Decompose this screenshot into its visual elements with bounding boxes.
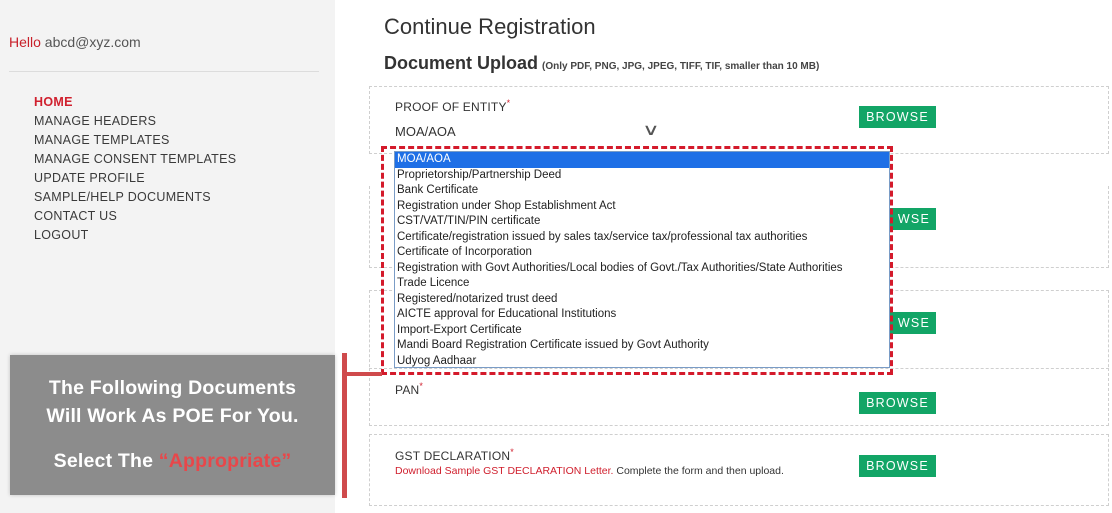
- nav-item-update-profile[interactable]: UPDATE PROFILE: [34, 171, 236, 190]
- callout-line-2: Will Work As POE For You.: [46, 405, 299, 427]
- nav-item-manage-consent-templates[interactable]: MANAGE CONSENT TEMPLATES: [34, 152, 236, 171]
- dropdown-option[interactable]: Certificate of Incorporation: [395, 245, 889, 261]
- nav-item-manage-templates[interactable]: MANAGE TEMPLATES: [34, 133, 236, 152]
- dropdown-option[interactable]: Bank Certificate: [395, 183, 889, 199]
- section-title: Document Upload (Only PDF, PNG, JPG, JPEG…: [384, 53, 819, 74]
- nav-item-home[interactable]: HOME: [34, 95, 236, 114]
- sidebar-nav: HOME MANAGE HEADERS MANAGE TEMPLATES MAN…: [34, 95, 236, 247]
- callout-prefix: Select The: [53, 450, 159, 472]
- annotation-callout: The Following Documents Will Work As POE…: [10, 355, 335, 495]
- dropdown-option-selected[interactable]: MOA/AOA: [395, 152, 889, 168]
- poe-label-text: PROOF OF ENTITY: [395, 100, 507, 114]
- dropdown-option[interactable]: Import-Export Certificate: [395, 323, 889, 339]
- dropdown-option[interactable]: Registered/notarized trust deed: [395, 292, 889, 308]
- proof-of-entity-select[interactable]: MOA/AOA ∨: [395, 122, 660, 144]
- poe-dropdown-list[interactable]: MOA/AOA Proprietorship/Partnership Deed …: [394, 151, 890, 368]
- pan-label-text: PAN: [395, 383, 420, 397]
- dropdown-option[interactable]: Registration with Govt Authorities/Local…: [395, 261, 889, 277]
- select-value: MOA/AOA: [395, 124, 456, 139]
- callout-accent: “Appropriate”: [158, 450, 292, 472]
- required-marker: *: [506, 98, 511, 108]
- dropdown-option[interactable]: CST/VAT/TIN/PIN certificate: [395, 214, 889, 230]
- nav-item-contact-us[interactable]: CONTACT US: [34, 209, 236, 228]
- callout-connector: [342, 372, 382, 376]
- callout-line-1: The Following Documents: [48, 377, 297, 399]
- dropdown-option[interactable]: Certificate/registration issued by sales…: [395, 230, 889, 246]
- dropdown-option[interactable]: AICTE approval for Educational Instituti…: [395, 307, 889, 323]
- document-2-browse-button[interactable]: WSE: [888, 208, 936, 230]
- greeting-hello: Hello: [9, 34, 41, 50]
- gst-sample-download-link[interactable]: Download Sample GST DECLARATION Letter.: [395, 465, 613, 477]
- dropdown-option[interactable]: Proprietorship/Partnership Deed: [395, 168, 889, 184]
- user-greeting: Hello abcd@xyz.com: [9, 34, 141, 50]
- pan-card: PAN*: [369, 368, 1109, 426]
- gst-instructions: Complete the form and then upload.: [613, 465, 784, 477]
- required-marker: *: [510, 447, 514, 457]
- pan-label: PAN*: [395, 381, 423, 397]
- proof-of-entity-label: PROOF OF ENTITY*: [395, 98, 510, 114]
- sidebar-divider: [9, 71, 319, 72]
- dropdown-option[interactable]: Mandi Board Registration Certificate iss…: [395, 338, 889, 354]
- page-title: Continue Registration: [384, 14, 596, 39]
- callout-line-3: Select The “Appropriate”: [10, 450, 335, 473]
- required-marker: *: [419, 381, 424, 391]
- nav-item-manage-headers[interactable]: MANAGE HEADERS: [34, 114, 236, 133]
- chevron-down-icon: ∨: [642, 122, 660, 139]
- poe-browse-button[interactable]: BROWSE: [859, 106, 936, 128]
- document-3-browse-button[interactable]: WSE: [888, 312, 936, 334]
- dropdown-option[interactable]: Trade Licence: [395, 276, 889, 292]
- dropdown-option[interactable]: Registration under Shop Establishment Ac…: [395, 199, 889, 215]
- gst-browse-button[interactable]: BROWSE: [859, 455, 936, 477]
- dropdown-option[interactable]: Udyog Aadhaar: [395, 354, 889, 368]
- gst-description: Download Sample GST DECLARATION Letter. …: [395, 465, 784, 477]
- section-title-text: Document Upload: [384, 53, 539, 73]
- gst-label-text: GST DECLARATION: [395, 449, 511, 463]
- gst-declaration-card: GST DECLARATION* Download Sample GST DEC…: [369, 434, 1109, 506]
- nav-item-sample-help-documents[interactable]: SAMPLE/HELP DOCUMENTS: [34, 190, 236, 209]
- pan-browse-button[interactable]: BROWSE: [859, 392, 936, 414]
- file-type-note: (Only PDF, PNG, JPG, JPEG, TIFF, TIF, sm…: [542, 61, 820, 72]
- nav-item-logout[interactable]: LOGOUT: [34, 228, 236, 247]
- gst-label: GST DECLARATION*: [395, 447, 514, 463]
- user-email: abcd@xyz.com: [44, 34, 141, 50]
